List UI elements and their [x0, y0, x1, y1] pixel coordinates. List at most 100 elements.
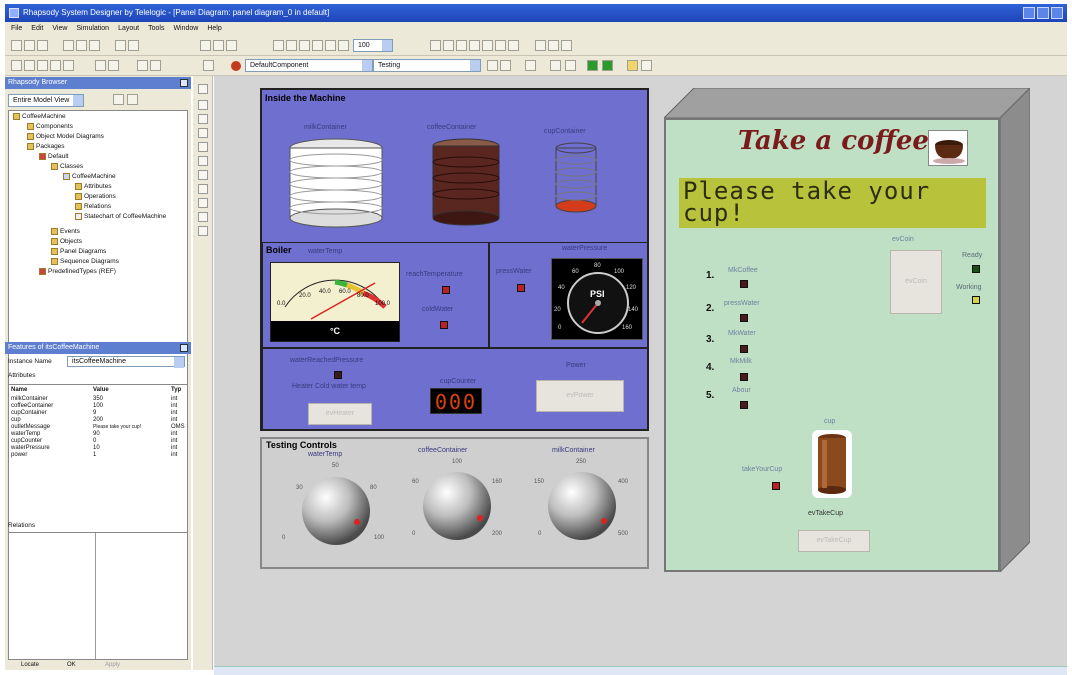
menu-simulation[interactable]: Simulation	[76, 22, 109, 36]
matrix-icon[interactable]	[565, 60, 576, 71]
option-led[interactable]	[740, 373, 748, 381]
locate-button[interactable]: Locate	[21, 660, 39, 670]
bulb-icon[interactable]	[641, 60, 652, 71]
ok-button[interactable]: OK	[67, 660, 76, 670]
table-row[interactable]: waterTemp 90 int	[11, 431, 187, 438]
tool-icon[interactable]	[198, 170, 208, 180]
new-file-icon[interactable]	[11, 40, 22, 51]
print-icon[interactable]	[115, 40, 126, 51]
cut-icon[interactable]	[63, 40, 74, 51]
tree-item[interactable]: Objects	[51, 238, 82, 246]
tree-item[interactable]: Object Model Diagrams	[27, 133, 104, 141]
copy-icon[interactable]	[76, 40, 87, 51]
class-icon[interactable]	[500, 60, 511, 71]
align-center-icon[interactable]	[443, 40, 454, 51]
pause-icon[interactable]	[63, 60, 74, 71]
same-height-icon[interactable]	[508, 40, 519, 51]
paste-icon[interactable]	[89, 40, 100, 51]
table-row[interactable]: power 1 int	[11, 452, 187, 459]
diagram-icon[interactable]	[487, 60, 498, 71]
apply-button[interactable]: Apply	[105, 660, 120, 670]
table-row[interactable]: cup 200 int	[11, 417, 187, 424]
tree-item[interactable]: Packages	[27, 143, 65, 151]
table-row[interactable]: coffeeContainer 100 int	[11, 403, 187, 410]
run-icon[interactable]	[37, 60, 48, 71]
table-row[interactable]: cupContainer 9 int	[11, 410, 187, 417]
tree-item[interactable]: CoffeeMachine	[13, 113, 66, 121]
tree-item[interactable]: Operations	[75, 193, 116, 201]
open-folder-icon[interactable]	[24, 40, 35, 51]
heater-button[interactable]: evHeater	[308, 403, 372, 425]
settings-icon[interactable]	[203, 60, 214, 71]
help-icon[interactable]	[128, 40, 139, 51]
trace-icon[interactable]	[108, 60, 119, 71]
zoom-area-icon[interactable]	[312, 40, 323, 51]
tree-item[interactable]: Sequence Diagrams	[51, 258, 119, 266]
features-close-icon[interactable]	[180, 344, 188, 352]
pan-icon[interactable]	[325, 40, 336, 51]
zoom-100-icon[interactable]	[338, 40, 349, 51]
tool-icon[interactable]	[198, 128, 208, 138]
option-led[interactable]	[740, 401, 748, 409]
space-down-icon[interactable]	[548, 40, 559, 51]
back-arrow-icon[interactable]	[587, 60, 598, 71]
folder-icon[interactable]	[627, 60, 638, 71]
configuration-select[interactable]: Testing	[373, 59, 481, 72]
water-temp-knob[interactable]	[302, 477, 370, 545]
align-right-icon[interactable]	[456, 40, 467, 51]
align-top-icon[interactable]	[469, 40, 480, 51]
maximize-button[interactable]	[1037, 7, 1049, 19]
horizontal-scrollbar[interactable]	[214, 666, 1067, 675]
table-row[interactable]: outletMessage Please take your cup! OMS	[11, 424, 187, 431]
animation-icon[interactable]	[95, 60, 106, 71]
tool-icon[interactable]	[198, 226, 208, 236]
space-across-icon[interactable]	[535, 40, 546, 51]
menu-tools[interactable]: Tools	[148, 22, 164, 36]
tool-icon[interactable]	[198, 114, 208, 124]
browser-close-icon[interactable]	[180, 79, 188, 87]
tool-icon[interactable]	[198, 184, 208, 194]
instance-name-field[interactable]: itsCoffeeMachine	[67, 356, 185, 368]
menu-view[interactable]: View	[52, 22, 67, 36]
tool-icon[interactable]	[198, 100, 208, 110]
save-icon[interactable]	[37, 40, 48, 51]
tree-item[interactable]: Statechart of CoffeeMachine	[75, 213, 166, 221]
close-button[interactable]	[1051, 7, 1063, 19]
grid-icon[interactable]	[561, 40, 572, 51]
component-select[interactable]: DefaultComponent	[245, 59, 373, 72]
power-button[interactable]: evPower	[536, 380, 624, 412]
browser-icon[interactable]	[213, 40, 224, 51]
browser-filter-select[interactable]: Entire Model View	[8, 94, 84, 107]
zoom-fit-icon[interactable]	[299, 40, 310, 51]
stop-record-icon[interactable]	[231, 61, 241, 71]
tool-icon[interactable]	[198, 198, 208, 208]
zoom-out-icon[interactable]	[286, 40, 297, 51]
evcoin-button[interactable]: evCoin	[890, 250, 942, 314]
tree-item[interactable]: Relations	[75, 203, 111, 211]
table-row[interactable]: milkContainer 350 int	[11, 396, 187, 403]
table-row[interactable]: cupCounter 0 int	[11, 438, 187, 445]
option-led[interactable]	[740, 345, 748, 353]
table-row[interactable]: waterPressure 10 int	[11, 445, 187, 452]
tree-item[interactable]: Classes	[51, 163, 83, 171]
forward-arrow-icon[interactable]	[602, 60, 613, 71]
align-bottom-icon[interactable]	[482, 40, 493, 51]
pencil-icon[interactable]	[137, 60, 148, 71]
object-icon[interactable]	[525, 60, 536, 71]
browser-up-icon[interactable]	[113, 94, 124, 105]
make-icon[interactable]	[24, 60, 35, 71]
align-left-icon[interactable]	[430, 40, 441, 51]
option-led[interactable]	[740, 314, 748, 322]
brush-icon[interactable]	[150, 60, 161, 71]
tool-icon[interactable]	[198, 212, 208, 222]
tree-item[interactable]: CoffeeMachine	[63, 173, 116, 181]
menu-file[interactable]: File	[11, 22, 22, 36]
menu-help[interactable]: Help	[207, 22, 221, 36]
coffee-container-knob[interactable]	[423, 472, 491, 540]
menu-edit[interactable]: Edit	[31, 22, 43, 36]
features-icon[interactable]	[226, 40, 237, 51]
tree-item[interactable]: PredefinedTypes (REF)	[39, 268, 116, 276]
zoom-in-icon[interactable]	[273, 40, 284, 51]
table-icon[interactable]	[550, 60, 561, 71]
tool-icon[interactable]	[198, 156, 208, 166]
